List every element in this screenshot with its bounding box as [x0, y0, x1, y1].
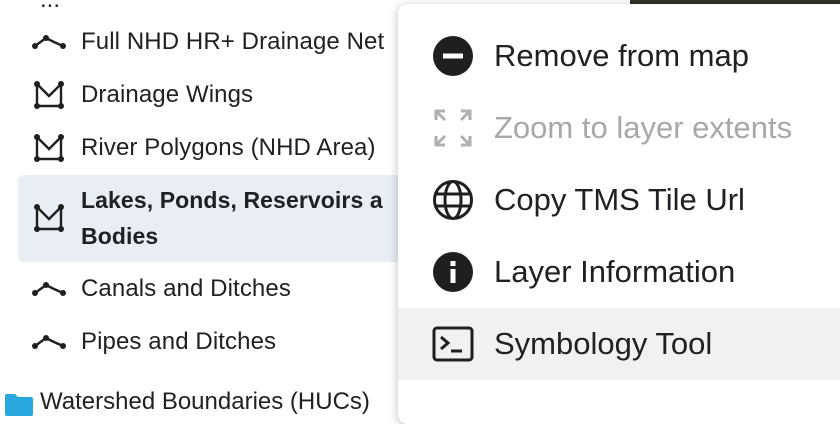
minus-circle-icon [432, 35, 474, 77]
layer-item-pipes-ditches[interactable]: Pipes and Ditches [18, 316, 438, 368]
line-icon [32, 325, 66, 359]
context-menu: Remove from map Zoom to layer extents Co… [398, 4, 840, 424]
polygon-icon [32, 78, 66, 112]
layer-item-full-nhd-drainage[interactable]: Full NHD HR+ Drainage Net [18, 16, 438, 68]
polygon-icon [32, 131, 66, 165]
terminal-icon [432, 323, 474, 365]
menu-item-label: Copy TMS Tile Url [494, 182, 745, 217]
globe-icon [432, 179, 474, 221]
polygon-icon [32, 201, 66, 235]
layer-item-drainage-wings[interactable]: Drainage Wings [18, 69, 438, 121]
zoom-extents-icon [432, 107, 474, 149]
layer-item-label: River Polygons (NHD Area) [81, 134, 376, 161]
line-icon [32, 25, 66, 59]
layer-item-label: Canals and Ditches [81, 275, 291, 302]
layer-item-canals-ditches[interactable]: Canals and Ditches [18, 263, 438, 315]
menu-item-remove-from-map[interactable]: Remove from map [398, 20, 840, 92]
layer-item-river-polygons[interactable]: River Polygons (NHD Area) [18, 122, 438, 174]
layer-item-label: Full NHD HR+ Drainage Net [81, 28, 385, 55]
menu-item-layer-information[interactable]: Layer Information [398, 236, 840, 308]
layer-item-lakes-ponds[interactable]: Lakes, Ponds, Reservoirs a Bodies [18, 175, 438, 262]
folder-icon [4, 392, 34, 416]
menu-item-label: Remove from map [494, 38, 749, 73]
layer-item-label: Drainage Wings [81, 81, 254, 108]
menu-item-copy-tms-url[interactable]: Copy TMS Tile Url [398, 164, 840, 236]
layer-item-label: Pipes and Ditches [81, 328, 277, 355]
layer-item-label: Lakes, Ponds, Reservoirs a Bodies [81, 187, 383, 249]
cut-off-text: ... [40, 0, 60, 14]
folder-label: Watershed Boundaries (HUCs) [40, 388, 370, 415]
menu-item-zoom-to-extents[interactable]: Zoom to layer extents [398, 92, 840, 164]
menu-item-symbology-tool[interactable]: Symbology Tool [398, 308, 840, 380]
menu-item-label: Zoom to layer extents [494, 110, 793, 145]
menu-item-label: Symbology Tool [494, 326, 713, 361]
menu-item-label: Layer Information [494, 254, 736, 289]
info-icon [432, 251, 474, 293]
line-icon [32, 272, 66, 306]
